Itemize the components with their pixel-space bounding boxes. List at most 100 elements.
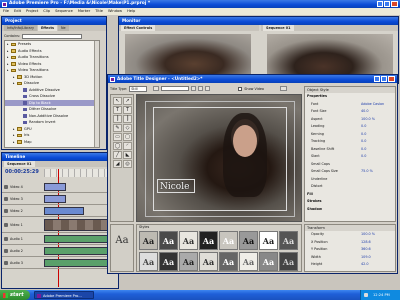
transform-row[interactable]: Opacity 100.0 % bbox=[305, 231, 395, 239]
property-row[interactable]: Underline bbox=[305, 176, 395, 184]
style-swatch[interactable]: Aa bbox=[199, 251, 218, 271]
eye-icon[interactable] bbox=[4, 208, 8, 213]
style-swatch[interactable]: Aa bbox=[159, 251, 178, 271]
timeline-track[interactable]: Video 1 bbox=[2, 217, 118, 233]
font-select[interactable] bbox=[161, 86, 190, 91]
tab-info[interactable]: Info/Info/Library bbox=[4, 25, 37, 31]
tab-ne[interactable]: Ne bbox=[58, 25, 69, 31]
align-right-button[interactable] bbox=[205, 86, 211, 91]
property-row[interactable]: Kerning 0.0 bbox=[305, 131, 395, 139]
td-minimize-button[interactable] bbox=[374, 76, 380, 82]
style-swatch[interactable]: Aa bbox=[139, 251, 158, 271]
property-row[interactable]: Tracking 0.0 bbox=[305, 138, 395, 146]
transform-value[interactable]: 100.0 % bbox=[361, 231, 375, 239]
transform-value[interactable]: 42.0 bbox=[361, 261, 369, 269]
tab-sequence-01[interactable]: Sequence 01 bbox=[4, 161, 35, 167]
property-row[interactable]: Slant 0.0 bbox=[305, 153, 395, 161]
property-value[interactable]: 0.0 bbox=[361, 138, 366, 146]
property-value[interactable]: 0.0 bbox=[361, 146, 366, 154]
menu-marker[interactable]: Marker bbox=[78, 8, 90, 15]
style-swatch[interactable]: Aa bbox=[139, 231, 158, 250]
property-value[interactable]: 0.0 bbox=[361, 123, 366, 131]
tree-item[interactable]: ▸ Map bbox=[5, 139, 99, 146]
tray-volume-icon[interactable] bbox=[364, 293, 368, 297]
property-row[interactable]: Font Adobe Caslon bbox=[305, 101, 395, 109]
vertical-type-tool-icon[interactable]: T bbox=[123, 106, 132, 114]
speaker-icon[interactable] bbox=[4, 248, 8, 253]
tree-scrollbar[interactable] bbox=[94, 41, 99, 147]
menu-window[interactable]: Window bbox=[108, 8, 122, 15]
transform-row[interactable]: Y Position 360.6 bbox=[305, 246, 395, 254]
menu-project[interactable]: Project bbox=[26, 8, 38, 15]
style-swatch[interactable]: Aa bbox=[179, 251, 198, 271]
eye-icon[interactable] bbox=[4, 222, 8, 227]
clip[interactable] bbox=[44, 258, 114, 267]
clip[interactable] bbox=[44, 194, 66, 203]
ellipse-tool-icon[interactable]: ◯ bbox=[113, 142, 122, 150]
speaker-icon[interactable] bbox=[4, 260, 8, 265]
transform-value[interactable]: 128.6 bbox=[361, 239, 371, 247]
style-swatch[interactable]: Aa bbox=[219, 231, 238, 250]
expand-triangle-icon[interactable]: ▸ bbox=[13, 80, 16, 87]
menu-sequence[interactable]: Sequence bbox=[55, 8, 73, 15]
align-center-button[interactable] bbox=[198, 86, 204, 91]
timeline-track[interactable]: Video 3 bbox=[2, 193, 118, 205]
property-row[interactable]: Aspect 100.0 % bbox=[305, 116, 395, 124]
tab-effect-controls[interactable]: Effect Controls bbox=[121, 25, 156, 31]
wedge-tool-icon[interactable]: ◣ bbox=[123, 151, 132, 159]
transform-value[interactable]: 360.6 bbox=[361, 246, 371, 254]
transform-row[interactable]: X Position 128.6 bbox=[305, 239, 395, 247]
style-swatch[interactable]: Aa bbox=[239, 231, 258, 250]
clipped-corner-tool-icon[interactable]: ◢ bbox=[113, 160, 122, 168]
style-swatch[interactable]: Aa bbox=[179, 231, 198, 250]
menu-file[interactable]: File bbox=[3, 8, 9, 15]
time-ruler[interactable] bbox=[44, 169, 116, 177]
property-row[interactable]: Distort bbox=[305, 183, 395, 191]
eye-icon[interactable] bbox=[4, 184, 8, 189]
show-video-checkbox[interactable] bbox=[238, 86, 243, 91]
timeline-track[interactable]: Video 2 bbox=[2, 205, 118, 217]
pen-tool-icon[interactable]: ◇ bbox=[123, 124, 132, 132]
style-swatch[interactable]: Aa bbox=[199, 231, 218, 250]
clip[interactable] bbox=[44, 218, 114, 231]
style-swatch[interactable]: Aa bbox=[159, 231, 178, 250]
property-row[interactable]: Font Size 40.0 bbox=[305, 108, 395, 116]
subtitle-text-box[interactable]: Nicole bbox=[157, 179, 195, 193]
timeline-track[interactable]: Video 4 bbox=[2, 181, 118, 193]
speaker-icon[interactable] bbox=[4, 236, 8, 241]
property-row[interactable]: Small Caps Size 75.0 % bbox=[305, 168, 395, 176]
eye-icon[interactable] bbox=[4, 196, 8, 201]
menu-clip[interactable]: Clip bbox=[43, 8, 50, 15]
timeline-track[interactable]: Audio 3 bbox=[2, 257, 118, 269]
type-tool-icon[interactable]: T bbox=[113, 106, 122, 114]
menu-help[interactable]: Help bbox=[127, 8, 135, 15]
transform-row[interactable]: Width 109.0 bbox=[305, 254, 395, 262]
rotation-tool-icon[interactable]: ↗ bbox=[123, 97, 132, 105]
maximize-button[interactable] bbox=[384, 1, 390, 7]
property-value[interactable]: 75.0 % bbox=[361, 168, 373, 176]
taskbar-task-premiere[interactable]: Adobe Premiere Pro... bbox=[34, 291, 94, 299]
property-value[interactable]: Adobe Caslon bbox=[361, 101, 384, 109]
td-close-button[interactable] bbox=[388, 76, 395, 82]
minimize-button[interactable] bbox=[377, 1, 383, 7]
tab-effects[interactable]: Effects bbox=[37, 25, 57, 31]
property-row[interactable]: Leading 0.0 bbox=[305, 123, 395, 131]
property-row[interactable]: Shadow bbox=[305, 206, 395, 214]
property-row[interactable]: Properties bbox=[305, 93, 395, 101]
templates-button[interactable] bbox=[280, 86, 288, 91]
style-swatch[interactable]: Aa bbox=[239, 251, 258, 271]
roll-crawl-options-button[interactable] bbox=[153, 86, 160, 91]
title-canvas[interactable]: Nicole bbox=[136, 94, 302, 222]
menu-title[interactable]: Title bbox=[95, 8, 103, 15]
menu-edit[interactable]: Edit bbox=[14, 8, 21, 15]
style-swatch[interactable]: Aa bbox=[279, 251, 298, 271]
property-value[interactable]: 40.0 bbox=[361, 108, 369, 116]
property-value[interactable]: 0.0 bbox=[361, 131, 366, 139]
start-button[interactable]: start bbox=[0, 290, 30, 300]
transform-value[interactable]: 109.0 bbox=[361, 254, 371, 262]
property-row[interactable]: Fill bbox=[305, 191, 395, 199]
path-type-tool-icon[interactable]: ✎ bbox=[113, 124, 122, 132]
title-type-select[interactable]: Still bbox=[129, 85, 148, 92]
line-tool-icon[interactable]: ╱ bbox=[113, 151, 122, 159]
rectangle-tool-icon[interactable]: ▭ bbox=[113, 133, 122, 141]
